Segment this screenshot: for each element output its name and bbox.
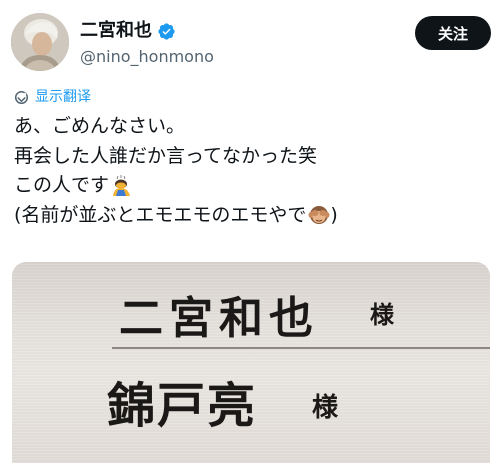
follow-button[interactable]: 关注 [415,16,491,50]
tweet: 二宮和也 @nino_honmono 关注 显示翻译 あ、ごめんなさい。 再会し… [0,0,500,463]
see-no-evil-monkey-emoji [308,204,330,226]
image-name-1: 二宮和也 [119,293,319,344]
tweet-text: あ、ごめんなさい。 再会した人誰だか言ってなかった笑 この人です (名前が並ぶと… [14,112,484,230]
user-handle[interactable]: @nino_honmono [80,47,214,67]
show-translation-label: 显示翻译 [35,89,91,105]
display-name-row: 二宮和也 [80,20,176,42]
display-name[interactable]: 二宮和也 [80,20,152,42]
show-translation-link[interactable]: 显示翻译 [14,88,91,106]
image-honorific-1: 様 [370,301,394,329]
tweet-line-text: (名前が並ぶとエモエモのエモやで [14,203,307,226]
image-honorific-2: 様 [312,393,339,423]
tweet-line: 再会した人誰だか言ってなかった笑 [14,142,484,172]
verified-badge-icon [157,22,176,41]
tweet-line: この人です [14,171,484,201]
avatar[interactable] [11,13,69,71]
tweet-line: あ、ごめんなさい。 [14,112,484,142]
tweet-image[interactable]: 二宮和也 様 錦戸亮 様 [12,262,490,463]
image-name-2: 錦戸亮 [107,378,258,434]
tweet-line-text: 再会した人誰だか言ってなかった笑 [14,144,318,167]
tweet-line-text: ) [330,203,338,226]
tweet-line: (名前が並ぶとエモエモのエモやで ) [14,201,484,231]
image-divider [112,347,490,349]
person-bowing-emoji [111,174,133,197]
tweet-line-text: あ、ごめんなさい。 [14,115,186,137]
tweet-line-text: この人です [14,174,110,196]
globe-translate-icon [14,90,29,105]
